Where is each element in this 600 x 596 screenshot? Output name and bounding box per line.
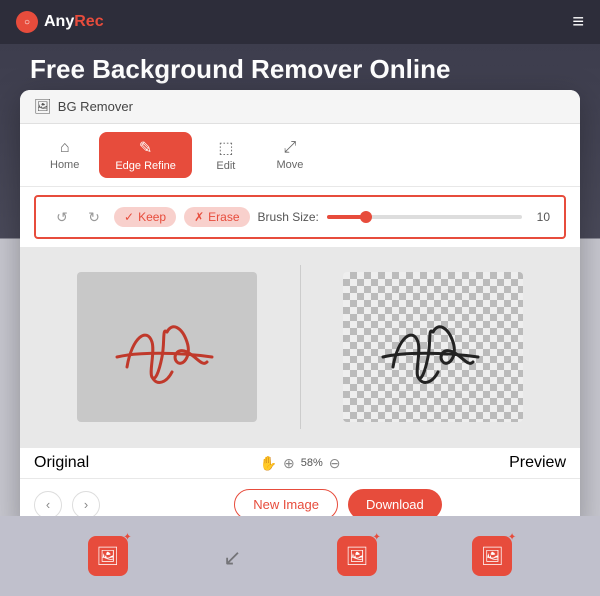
zoom-value: 58% bbox=[301, 457, 323, 469]
canvas-area bbox=[20, 247, 580, 447]
bg-remover-modal: 🖼 BG Remover ⌂ Home ✎ Edge Refine ⬚ Edit… bbox=[20, 90, 580, 530]
original-signature-svg bbox=[97, 297, 237, 397]
erase-brush-icon: ✗ bbox=[194, 210, 204, 224]
sparkle-icon-1: ✦ bbox=[123, 532, 131, 543]
keep-brush-icon: ✓ bbox=[124, 210, 134, 224]
undo-button[interactable]: ↺ bbox=[50, 205, 74, 229]
feature-shape-4: 🖼 ✦ bbox=[472, 536, 512, 576]
preview-image bbox=[343, 272, 523, 422]
edit-icon: ⬚ bbox=[218, 138, 233, 158]
tab-edit-label: Edit bbox=[216, 160, 235, 172]
tab-edge-refine-label: Edge Refine bbox=[115, 160, 176, 172]
preview-signature-svg bbox=[363, 297, 503, 397]
toolbar-tabs: ⌂ Home ✎ Edge Refine ⬚ Edit ⤢ Move bbox=[20, 124, 580, 187]
logo-text: AnyRec bbox=[44, 13, 104, 31]
erase-brush-label: Erase bbox=[208, 210, 239, 224]
logo-icon: ○ bbox=[16, 11, 38, 33]
feature-icon-glyph-3: 🖼 bbox=[345, 546, 368, 567]
brush-size-label: Brush Size: bbox=[258, 210, 319, 224]
tab-move-label: Move bbox=[276, 159, 303, 171]
brush-toolbar: ↺ ↻ ✓ Keep ✗ Erase Brush Size: 10 bbox=[34, 195, 566, 239]
tab-edge-refine[interactable]: ✎ Edge Refine bbox=[99, 132, 192, 178]
erase-brush-button[interactable]: ✗ Erase bbox=[184, 207, 249, 227]
redo-button[interactable]: ↻ bbox=[82, 205, 106, 229]
feature-icon-2: ↙ bbox=[223, 539, 241, 573]
feature-icon-glyph-1: 🖼 bbox=[96, 546, 119, 567]
next-button[interactable]: › bbox=[72, 491, 100, 519]
logo-accent: Rec bbox=[74, 13, 103, 30]
home-icon: ⌂ bbox=[60, 139, 70, 157]
feature-icon-3: 🖼 ✦ bbox=[337, 536, 377, 576]
sparkle-icon-3: ✦ bbox=[373, 532, 381, 543]
edge-refine-icon: ✎ bbox=[139, 138, 152, 158]
feature-icon-4: 🖼 ✦ bbox=[472, 536, 512, 576]
preview-panel bbox=[301, 255, 567, 439]
original-panel bbox=[34, 255, 300, 439]
keep-brush-button[interactable]: ✓ Keep bbox=[114, 207, 176, 227]
prev-button[interactable]: ‹ bbox=[34, 491, 62, 519]
keep-brush-label: Keep bbox=[138, 210, 166, 224]
tab-home[interactable]: ⌂ Home bbox=[34, 133, 95, 177]
move-icon: ⤢ bbox=[283, 139, 296, 157]
slider-thumb[interactable] bbox=[360, 211, 372, 223]
feature-icon-glyph-4: 🖼 bbox=[481, 546, 504, 567]
status-bar: Original ✋ ⊕ 58% ⊖ Preview bbox=[20, 447, 580, 478]
logo-area: ○ AnyRec bbox=[16, 11, 104, 33]
modal-header-title: BG Remover bbox=[58, 99, 133, 114]
tab-home-label: Home bbox=[50, 159, 79, 171]
feature-shape-3: 🖼 ✦ bbox=[337, 536, 377, 576]
sparkle-icon-4: ✦ bbox=[508, 532, 516, 543]
tab-edit[interactable]: ⬚ Edit bbox=[196, 132, 256, 178]
brush-size-value: 10 bbox=[530, 210, 550, 224]
preview-label: Preview bbox=[509, 454, 566, 472]
bottom-features-section: 🖼 ✦ ↙ 🖼 ✦ 🖼 ✦ bbox=[0, 516, 600, 596]
feature-icon-1: 🖼 ✦ bbox=[88, 536, 128, 576]
page-title: Free Background Remover Online bbox=[30, 54, 450, 85]
modal-header: 🖼 BG Remover bbox=[20, 90, 580, 124]
zoom-out-button[interactable]: ⊖ bbox=[329, 455, 341, 472]
top-navigation: ○ AnyRec ≡ bbox=[0, 0, 600, 44]
zoom-in-button[interactable]: ⊕ bbox=[283, 455, 295, 472]
hamburger-menu-icon[interactable]: ≡ bbox=[572, 12, 584, 32]
brush-size-slider-container[interactable] bbox=[327, 215, 522, 219]
tab-move[interactable]: ⤢ Move bbox=[260, 133, 320, 177]
original-image bbox=[77, 272, 257, 422]
arrow-down-icon: ↙ bbox=[223, 545, 241, 570]
feature-shape-1: 🖼 ✦ bbox=[88, 536, 128, 576]
hand-tool-icon[interactable]: ✋ bbox=[260, 455, 277, 472]
brush-size-slider[interactable] bbox=[327, 215, 522, 219]
modal-header-icon: 🖼 bbox=[34, 98, 52, 115]
